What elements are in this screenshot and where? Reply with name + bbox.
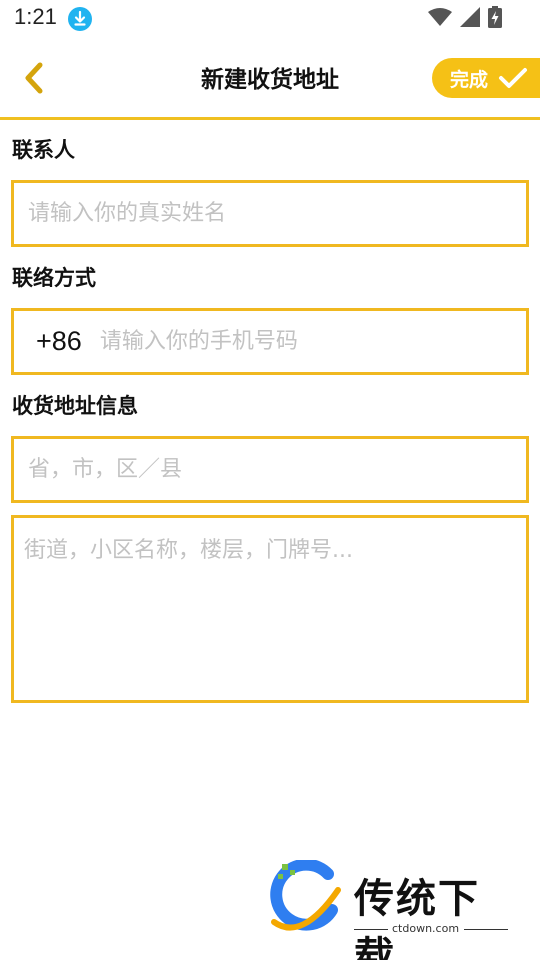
app-bar: 新建收货地址 完成 <box>0 40 540 118</box>
battery-charging-icon <box>488 6 502 28</box>
region-field <box>11 436 529 503</box>
address-label: 收货地址信息 <box>12 394 138 418</box>
contact-name-input[interactable] <box>14 183 526 244</box>
download-notification-icon <box>68 7 92 31</box>
phone-field: +86 <box>11 308 529 375</box>
status-time: 1:21 <box>14 4 57 29</box>
status-bar: 1:21 <box>0 0 540 36</box>
region-input[interactable] <box>14 439 526 500</box>
country-code: +86 <box>36 326 82 356</box>
watermark-line-right <box>464 929 508 930</box>
address-detail-field <box>11 515 529 703</box>
ctdown-logo-icon <box>270 860 341 931</box>
cell-signal-icon <box>460 7 480 27</box>
contact-label: 联系人 <box>12 138 75 162</box>
status-icons <box>428 6 502 28</box>
address-detail-input[interactable] <box>14 518 526 700</box>
watermark-brand: 传统下载 <box>354 876 480 960</box>
phone-input[interactable] <box>85 311 526 372</box>
phone-label: 联络方式 <box>12 266 96 290</box>
checkmark-icon <box>499 68 528 88</box>
done-button-label: 完成 <box>450 68 489 91</box>
watermark-line-left <box>354 929 388 930</box>
wifi-icon <box>428 8 452 26</box>
contact-name-field <box>11 180 529 247</box>
watermark-url: ctdown.com <box>392 922 460 935</box>
watermark: 传统下载 ctdown.com <box>268 860 518 960</box>
header-divider <box>0 117 540 120</box>
done-button[interactable]: 完成 <box>432 58 540 98</box>
